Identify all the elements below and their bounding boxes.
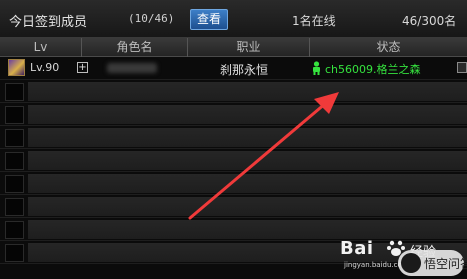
empty-slot	[5, 129, 24, 147]
empty-slot	[5, 244, 24, 262]
empty-row	[0, 149, 467, 172]
baidu-jingyan-watermark: Bai 经验 jingyan.baidu.com 悟空问答	[340, 232, 467, 279]
empty-row	[0, 80, 467, 103]
empty-slot	[5, 152, 24, 170]
view-button[interactable]: 查看	[190, 9, 228, 30]
online-count: 1名在线	[292, 14, 336, 28]
row-band	[28, 128, 467, 147]
empty-slot	[5, 175, 24, 193]
column-header-lv[interactable]: Lv	[0, 38, 82, 57]
row-band	[28, 151, 467, 170]
member-capacity: 46/300名	[402, 14, 457, 28]
checkin-title: 今日签到成员	[9, 15, 88, 30]
guild-topbar: 今日签到成员 (10/46) 查看 1名在线 46/300名	[0, 0, 467, 38]
checkin-count: (10/46)	[128, 12, 175, 25]
empty-row	[0, 172, 467, 195]
member-status: ch56009.格兰之森	[325, 63, 421, 76]
watermark-brand: Bai	[340, 238, 374, 259]
column-header-name[interactable]: 角色名	[82, 38, 188, 57]
empty-row	[0, 195, 467, 218]
row-band	[28, 82, 467, 101]
member-table-header: Lv 角色名 职业 状态	[0, 38, 467, 57]
row-band	[28, 174, 467, 193]
wukong-logo-text: 悟空问答	[424, 257, 467, 271]
empty-slot	[5, 83, 24, 101]
row-band	[28, 105, 467, 124]
empty-row	[0, 126, 467, 149]
expand-icon[interactable]: +	[77, 62, 88, 73]
character-avatar-icon	[8, 59, 25, 76]
column-header-status[interactable]: 状态	[310, 38, 467, 57]
empty-slot	[5, 198, 24, 216]
member-name-obscured	[107, 63, 157, 73]
wukong-logo-icon	[401, 253, 421, 273]
wukong-logo: 悟空问答	[398, 250, 467, 276]
empty-slot	[5, 106, 24, 124]
empty-slot	[5, 221, 24, 239]
scroll-icon[interactable]	[457, 62, 467, 73]
member-row[interactable]: Lv.90 + 刹那永恒 ch56009.格兰之森	[0, 57, 467, 80]
row-band	[28, 197, 467, 216]
member-level: Lv.90	[30, 61, 60, 74]
empty-row	[0, 103, 467, 126]
member-job: 刹那永恒	[220, 63, 269, 77]
online-person-icon	[313, 61, 320, 75]
column-header-job[interactable]: 职业	[188, 38, 310, 57]
